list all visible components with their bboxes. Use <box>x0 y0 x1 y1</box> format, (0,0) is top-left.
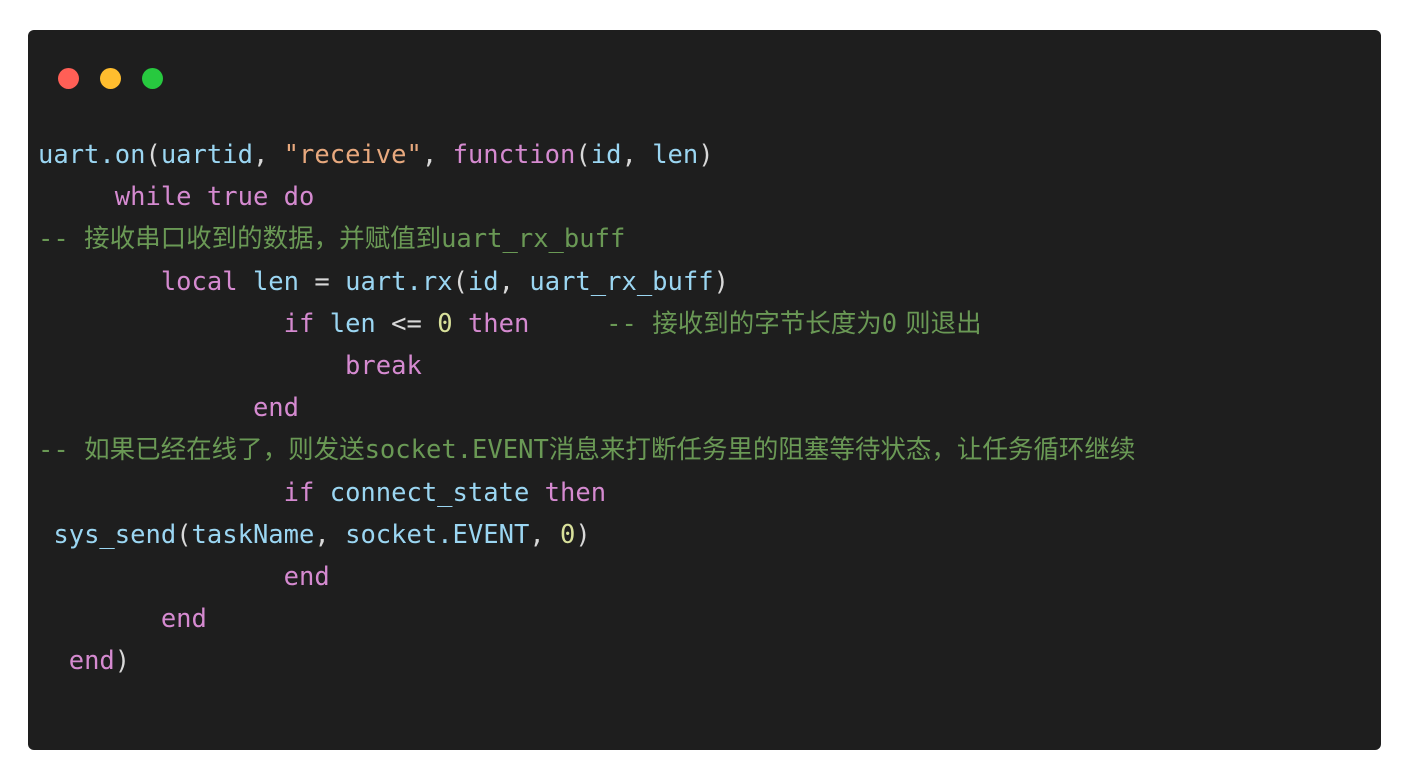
code-token: while <box>114 182 192 213</box>
code-token: -- <box>38 435 85 466</box>
code-token: 0 <box>881 308 898 339</box>
code-token: uart_rx_buff <box>529 266 714 297</box>
code-token: end <box>283 562 330 593</box>
code-token: ) <box>575 519 591 550</box>
code-token: id <box>590 140 622 170</box>
code-token: end <box>160 604 207 635</box>
code-token: , <box>529 519 561 550</box>
code-line: uart.on(uartid, "receive", function(id, … <box>38 134 1363 176</box>
code-token: taskName <box>191 519 315 550</box>
code-line: local len = uart.rx(id, uart_rx_buff) <box>38 261 1363 303</box>
code-line: end <box>38 556 1363 598</box>
code-token: -- <box>38 224 85 255</box>
code-line: sys_send(taskName, socket.EVENT, 0) <box>38 514 1363 556</box>
code-token: uartid <box>160 140 253 170</box>
code-token: <= <box>391 308 422 339</box>
minimize-window-dot-icon[interactable] <box>100 68 121 89</box>
code-token: ( <box>452 266 468 297</box>
code-token: len <box>329 308 376 339</box>
code-window: uart.on(uartid, "receive", function(id, … <box>28 30 1381 750</box>
code-line: break <box>38 345 1363 387</box>
code-token: if <box>283 308 315 339</box>
maximize-window-dot-icon[interactable] <box>142 68 163 89</box>
code-token: do <box>283 182 315 213</box>
code-token: , <box>621 140 653 170</box>
code-token: socket.EVENT <box>345 519 530 550</box>
code-token: 0 <box>437 308 453 339</box>
window-titlebar <box>58 68 163 89</box>
code-token: uart_rx_buff <box>441 224 626 255</box>
screenshot-root: uart.on(uartid, "receive", function(id, … <box>0 0 1414 776</box>
code-token: end <box>252 393 299 424</box>
code-content[interactable]: uart.on(uartid, "receive", function(id, … <box>28 134 1381 683</box>
code-line: if connect_state then <box>38 472 1363 514</box>
code-token: 如果已经在线了，则发送 <box>84 435 365 466</box>
code-token: ) <box>713 266 729 297</box>
code-token: ( <box>176 519 192 550</box>
code-token: uart.on <box>38 140 146 170</box>
code-token: 接收到的字节长度为 <box>652 308 882 339</box>
code-token: socket.EVENT <box>364 435 549 466</box>
code-token: then <box>467 308 530 339</box>
code-token: break <box>345 351 422 382</box>
code-line: end <box>38 387 1363 429</box>
code-token: function <box>452 140 576 170</box>
code-token: end <box>68 646 115 677</box>
code-token: ) <box>114 646 131 677</box>
code-token: 接收串口收到的数据，并赋值到 <box>84 224 442 255</box>
code-token: ( <box>145 140 161 170</box>
code-token: len <box>252 266 300 297</box>
code-token: sys_send <box>53 519 177 550</box>
code-token: 消息来打断任务里的阻塞等待状态，让任务循环继续 <box>548 435 1136 466</box>
code-token: -- <box>606 308 653 339</box>
code-token: , <box>314 519 346 550</box>
code-token: len <box>652 140 699 170</box>
code-token: 则退出 <box>897 308 982 339</box>
code-token: then <box>544 477 607 508</box>
code-token: , <box>252 140 284 170</box>
code-line: -- 接收串口收到的数据，并赋值到uart_rx_buff <box>38 218 1363 260</box>
code-token: = <box>314 266 330 297</box>
code-token: "receive" <box>283 140 422 170</box>
code-line: -- 如果已经在线了，则发送socket.EVENT消息来打断任务里的阻塞等待状… <box>38 429 1363 471</box>
close-window-dot-icon[interactable] <box>58 68 79 89</box>
code-line: if len <= 0 then -- 接收到的字节长度为0 则退出 <box>38 303 1363 345</box>
code-token: local <box>160 266 238 297</box>
code-token: connect_state <box>329 477 530 508</box>
code-token: ( <box>575 140 591 170</box>
code-token: 0 <box>560 519 576 550</box>
code-token: id <box>467 266 499 297</box>
code-line: while true do <box>38 176 1363 218</box>
code-token: if <box>283 477 315 508</box>
code-token: ) <box>698 140 714 170</box>
code-token: true <box>206 182 269 213</box>
code-token: , <box>498 266 530 297</box>
code-token: uart.rx <box>345 266 453 297</box>
code-token: , <box>421 140 453 170</box>
code-line: end) <box>38 640 1363 682</box>
code-line: end <box>38 598 1363 640</box>
